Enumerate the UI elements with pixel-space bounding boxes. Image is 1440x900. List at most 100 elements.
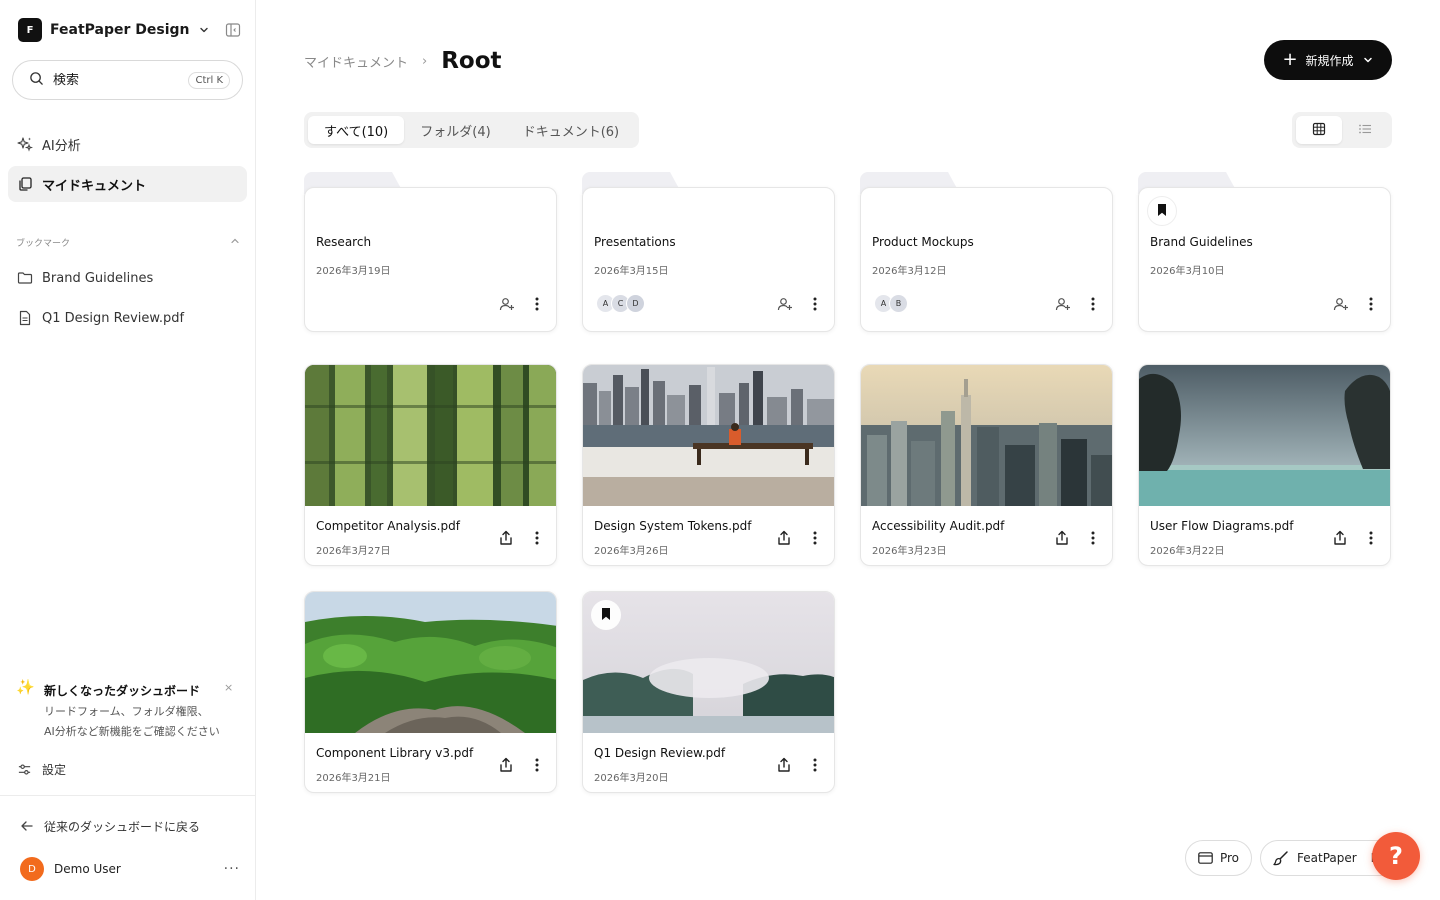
add-user-icon[interactable]	[498, 295, 516, 313]
document-thumbnail	[583, 365, 834, 506]
folder-card-body: Product Mockups 2026年3月12日 A B	[860, 187, 1113, 332]
tab-documents[interactable]: ドキュメント(6)	[507, 116, 635, 144]
add-user-icon[interactable]	[776, 295, 794, 313]
credit-card-icon	[1198, 852, 1213, 864]
more-vertical-icon[interactable]	[806, 756, 824, 774]
tab-all[interactable]: すべて(10)	[308, 116, 405, 144]
document-card[interactable]: User Flow Diagrams.pdf 2026年3月22日	[1138, 364, 1391, 566]
nav-my-documents-label: マイドキュメント	[42, 178, 147, 194]
document-date: 2026年3月23日	[872, 546, 947, 557]
plus-icon: +	[1282, 49, 1298, 70]
document-thumbnail	[861, 365, 1112, 506]
search-shortcut-badge: Ctrl K	[188, 71, 230, 89]
nav-my-documents[interactable]: マイドキュメント	[8, 166, 247, 202]
search-input[interactable]	[53, 72, 189, 88]
collaborator-avatars: A C D	[596, 294, 645, 313]
document-card[interactable]: Q1 Design Review.pdf 2026年3月20日	[582, 591, 835, 793]
document-name: Design System Tokens.pdf	[594, 519, 752, 533]
share-icon[interactable]	[775, 756, 793, 774]
document-thumbnail	[1139, 365, 1390, 506]
document-card[interactable]: Design System Tokens.pdf 2026年3月26日	[582, 364, 835, 566]
folder-card[interactable]: Brand Guidelines 2026年3月10日	[1138, 172, 1391, 332]
view-toggle	[1292, 112, 1392, 148]
chevron-down-icon	[198, 24, 210, 36]
help-button[interactable]: ?	[1372, 832, 1420, 880]
avatar: D	[626, 294, 645, 313]
share-icon[interactable]	[1331, 529, 1349, 547]
share-icon[interactable]	[497, 756, 515, 774]
bookmark-item-label: Q1 Design Review.pdf	[42, 310, 185, 326]
pro-button[interactable]: Pro	[1185, 840, 1252, 876]
breadcrumb-parent[interactable]: マイドキュメント	[304, 52, 408, 71]
share-icon[interactable]	[775, 529, 793, 547]
more-vertical-icon[interactable]	[528, 756, 546, 774]
folder-card[interactable]: Presentations 2026年3月15日 A C D	[582, 172, 835, 332]
add-user-icon[interactable]	[1054, 295, 1072, 313]
search-box[interactable]: Ctrl K	[12, 60, 243, 100]
breadcrumb-separator: ›	[422, 53, 428, 69]
document-card[interactable]: Component Library v3.pdf 2026年3月21日	[304, 591, 557, 793]
user-name: Demo User	[54, 862, 121, 876]
folder-icon	[16, 269, 34, 287]
collapse-sidebar-icon[interactable]	[224, 21, 242, 39]
grid-view-button[interactable]	[1296, 116, 1342, 144]
more-horizontal-icon[interactable]: ···	[224, 861, 240, 877]
nav-ai-analysis-label: AI分析	[42, 138, 81, 154]
promo-description-line-2: AI分析など新機能をご確認ください	[44, 725, 220, 738]
close-icon[interactable]: ×	[224, 681, 233, 694]
settings-link[interactable]: 設定	[16, 758, 66, 780]
share-icon[interactable]	[497, 529, 515, 547]
workspace-name: FeatPaper Design	[50, 22, 190, 38]
bookmark-icon	[1156, 202, 1168, 221]
chevron-down-icon	[1362, 54, 1374, 66]
more-vertical-icon[interactable]	[528, 295, 546, 313]
tab-folders[interactable]: フォルダ(4)	[404, 116, 506, 144]
folder-date: 2026年3月10日	[1150, 266, 1225, 277]
more-vertical-icon[interactable]	[1084, 295, 1102, 313]
folder-name: Presentations	[594, 235, 676, 249]
more-vertical-icon[interactable]	[1362, 295, 1380, 313]
document-name: Q1 Design Review.pdf	[594, 746, 726, 760]
bookmark-item-q1-design-review[interactable]: Q1 Design Review.pdf	[8, 301, 247, 335]
folder-card-body: Research 2026年3月19日	[304, 187, 557, 332]
sidebar: F FeatPaper Design Ctrl K AI分析 マイドキュメント …	[0, 0, 256, 900]
folder-card[interactable]: Product Mockups 2026年3月12日 A B	[860, 172, 1113, 332]
promo-title: 新しくなったダッシュボード	[44, 684, 201, 698]
document-name: User Flow Diagrams.pdf	[1150, 519, 1294, 533]
folder-date: 2026年3月19日	[316, 266, 391, 277]
bookmark-item-brand-guidelines[interactable]: Brand Guidelines	[8, 261, 247, 295]
bookmarks-section-header[interactable]: ブックマーク	[16, 236, 240, 249]
pro-label: Pro	[1219, 851, 1240, 865]
bookmark-badge[interactable]	[591, 600, 621, 630]
more-vertical-icon[interactable]	[528, 529, 546, 547]
workspace-logo: F	[18, 18, 42, 42]
more-vertical-icon[interactable]	[806, 529, 824, 547]
documents-icon	[16, 175, 34, 193]
more-vertical-icon[interactable]	[806, 295, 824, 313]
more-vertical-icon[interactable]	[1084, 529, 1102, 547]
search-icon	[29, 71, 44, 90]
workspace-switcher[interactable]: F FeatPaper Design	[18, 18, 210, 42]
document-date: 2026年3月22日	[1150, 546, 1225, 557]
back-to-legacy-dashboard-link[interactable]: 従来のダッシュボードに戻る	[20, 815, 200, 837]
more-vertical-icon[interactable]	[1362, 529, 1380, 547]
user-menu[interactable]: D Demo User ···	[20, 857, 240, 881]
bookmark-badge[interactable]	[1147, 196, 1177, 226]
document-card[interactable]: Accessibility Audit.pdf 2026年3月23日	[860, 364, 1113, 566]
document-name: Competitor Analysis.pdf	[316, 519, 460, 533]
document-name: Component Library v3.pdf	[316, 746, 474, 760]
nav-ai-analysis[interactable]: AI分析	[8, 126, 247, 162]
document-thumbnail	[305, 592, 556, 733]
avatar: D	[20, 857, 44, 881]
add-user-icon[interactable]	[1332, 295, 1350, 313]
share-icon[interactable]	[1053, 529, 1071, 547]
folder-card-body: Presentations 2026年3月15日 A C D	[582, 187, 835, 332]
filter-tabs: すべて(10) フォルダ(4) ドキュメント(6)	[304, 112, 640, 148]
document-card[interactable]: Competitor Analysis.pdf 2026年3月27日	[304, 364, 557, 566]
create-new-button[interactable]: + 新規作成	[1264, 40, 1392, 80]
breadcrumb: マイドキュメント › Root	[304, 46, 502, 76]
document-date: 2026年3月21日	[316, 773, 391, 784]
list-icon	[1358, 121, 1372, 140]
folder-card[interactable]: Research 2026年3月19日	[304, 172, 557, 332]
list-view-button[interactable]	[1342, 116, 1388, 144]
